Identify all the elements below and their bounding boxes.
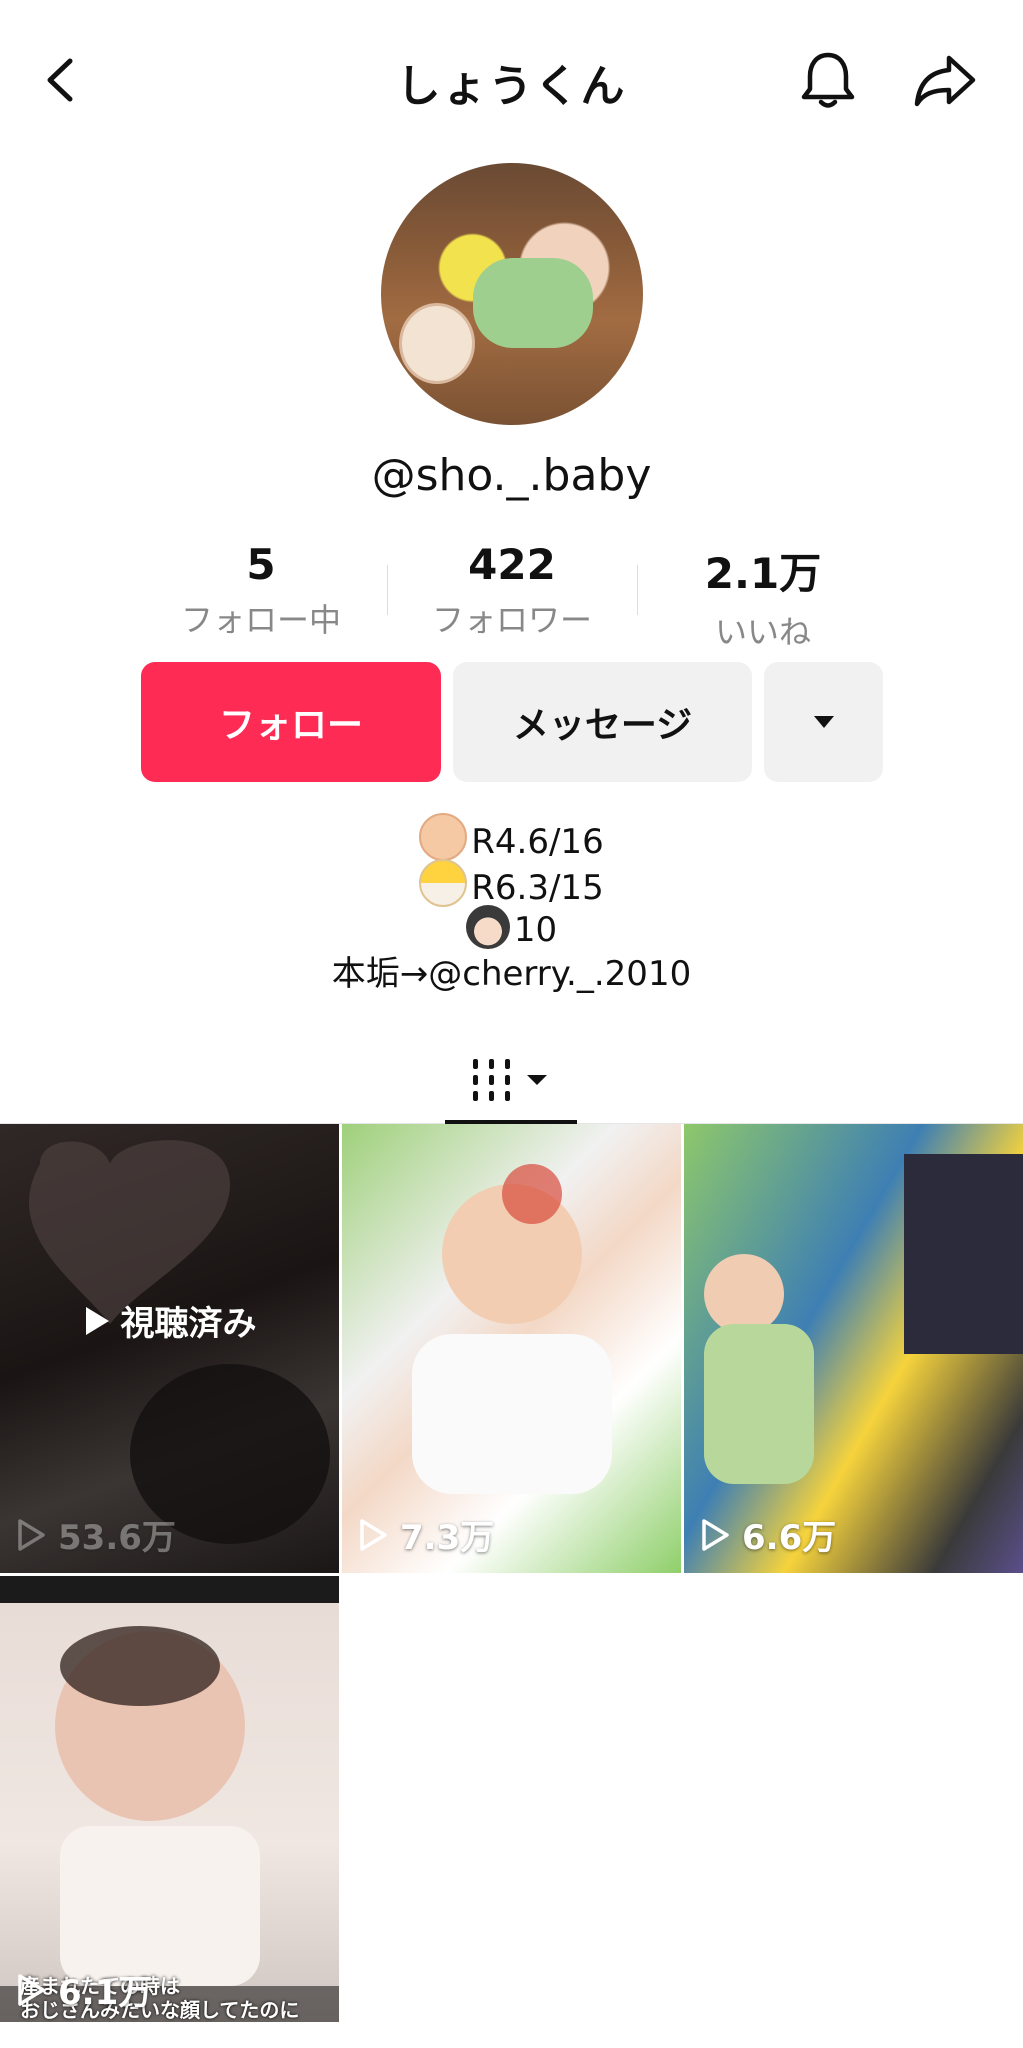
bio-line: 10 [0, 905, 1023, 953]
watched-label: 視聴済み [0, 1296, 339, 1345]
follow-button[interactable]: フォロー [141, 662, 441, 782]
followers-stat[interactable]: 422 フォロワー [382, 540, 642, 641]
bio-line: 本垢→@cherry._.2010 [0, 951, 1023, 997]
avatar[interactable] [381, 163, 643, 425]
bio-line: R4.6/16 [0, 813, 1023, 865]
play-outline-icon [702, 1518, 729, 1551]
followers-label: フォロワー [431, 601, 592, 639]
thumbnail-art [412, 1164, 612, 1494]
following-stat[interactable]: 5 フォロー中 [131, 540, 391, 641]
more-options-button[interactable] [764, 662, 883, 782]
following-label: フォロー中 [180, 601, 341, 639]
likes-count: 2.1万 [704, 549, 822, 598]
bio-link[interactable]: 本垢→@cherry._.2010 [332, 954, 691, 994]
play-outline-icon [18, 1518, 45, 1551]
bio-birth-date: R4.6/16 [471, 822, 604, 862]
thumbnail-art [0, 1626, 339, 2022]
thumbnail-art [704, 1154, 1023, 1484]
play-outline-icon [18, 1973, 45, 2006]
likes-stat[interactable]: 2.1万 いいね [633, 540, 893, 653]
share-button[interactable] [910, 45, 980, 115]
followers-count: 422 [468, 540, 556, 589]
video-thumbnail[interactable]: 7.3万 [342, 1124, 681, 1573]
following-count: 5 [246, 540, 276, 589]
bio-date-2: R6.3/15 [471, 868, 604, 908]
message-button[interactable]: メッセージ [453, 662, 752, 782]
notification-button[interactable] [793, 45, 863, 115]
bio-line: R6.3/15 [0, 859, 1023, 911]
view-count: 6.1万 [16, 1965, 152, 2014]
watched-overlay [0, 1124, 339, 1573]
page-title: しょうくん [396, 61, 627, 112]
play-icon [85, 1306, 109, 1335]
tab-videos[interactable] [445, 1040, 577, 1124]
hatching-chick-icon [419, 859, 468, 907]
view-count: 6.6万 [700, 1510, 836, 1559]
video-thumbnail[interactable]: 産まれたての時は おじさんみたいな顔してたのに 6.1万 [0, 1576, 339, 2022]
play-outline-icon [360, 1518, 387, 1551]
view-count: 7.3万 [358, 1510, 494, 1559]
baby-emoji-icon [419, 813, 468, 861]
caret-down-icon [813, 716, 834, 728]
likes-label: いいね [714, 613, 811, 651]
woman-emoji-icon [465, 905, 510, 949]
bio-number: 10 [513, 910, 558, 950]
username-handle: @sho._.baby [371, 450, 652, 501]
share-icon [914, 55, 976, 107]
video-thumbnail[interactable]: 視聴済み 53.6万 [0, 1124, 339, 1573]
grid-icon [473, 1059, 547, 1101]
video-thumbnail[interactable]: 6.6万 [684, 1124, 1023, 1573]
bell-icon [801, 52, 855, 108]
view-count: 53.6万 [16, 1510, 176, 1559]
